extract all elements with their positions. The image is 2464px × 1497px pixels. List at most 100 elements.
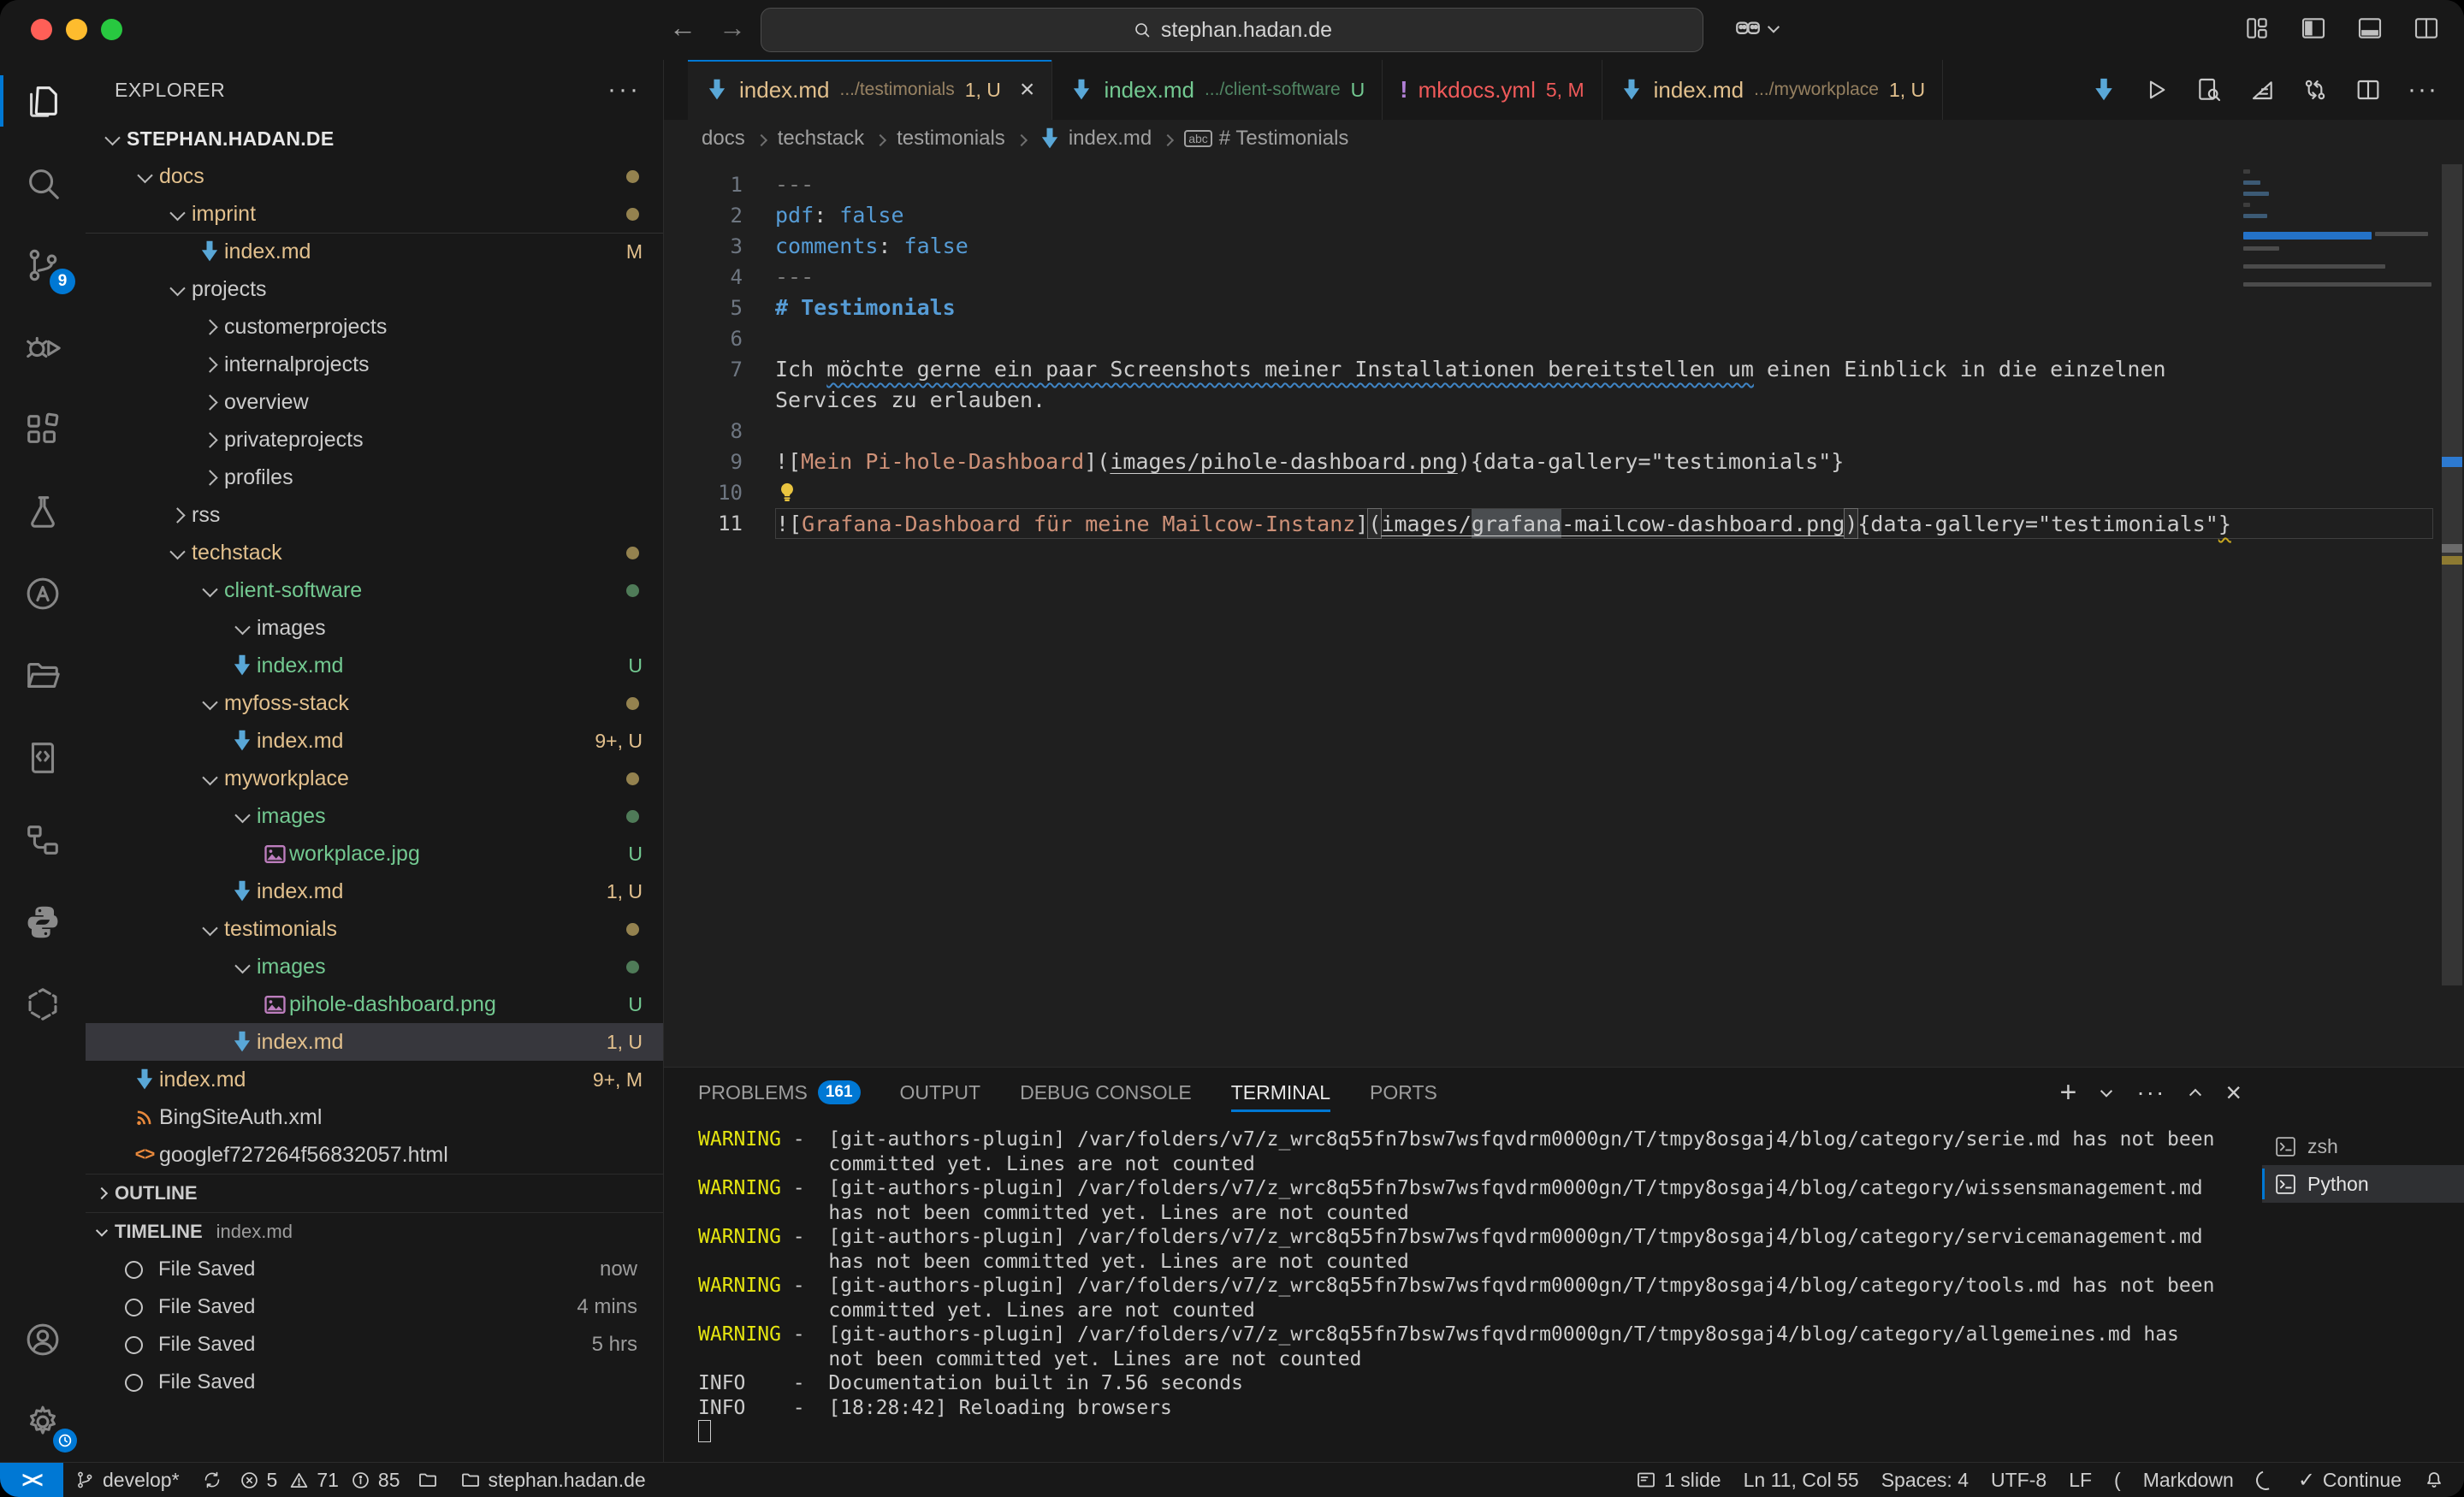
- window-controls[interactable]: [31, 19, 122, 40]
- activity-account-icon[interactable]: [0, 1299, 86, 1381]
- tree-item-internalprojects[interactable]: internalprojects: [86, 346, 663, 383]
- tree-item-imprint[interactable]: imprint: [86, 195, 663, 233]
- customize-layout-icon[interactable]: [2243, 15, 2271, 42]
- timeline-entry[interactable]: File Saved 5 hrs: [86, 1326, 663, 1364]
- statusbar-bell-icon[interactable]: [2413, 1463, 2455, 1497]
- statusbar-sync-icon[interactable]: [191, 1463, 234, 1497]
- forward-icon[interactable]: →: [719, 12, 746, 44]
- minimap[interactable]: [2243, 169, 2438, 293]
- activity-testing-icon[interactable]: [0, 470, 86, 553]
- preview-search-icon[interactable]: [2195, 76, 2223, 104]
- tree-item-docs[interactable]: docs: [86, 157, 663, 195]
- editor-tab-index.md-client-software[interactable]: index.md.../client-softwareU: [1052, 60, 1383, 120]
- tree-item-myworkplace[interactable]: myworkplace: [86, 760, 663, 797]
- activity-files-icon[interactable]: [0, 60, 86, 142]
- editor-tab-index.md-myworkplace[interactable]: index.md.../myworkplace1, U: [1602, 60, 1944, 120]
- breadcrumb-item[interactable]: abc# Testimonials: [1184, 127, 1348, 151]
- activity-run-debug-icon[interactable]: [0, 306, 86, 388]
- tree-item-index.md[interactable]: index.md1, U: [86, 1023, 663, 1061]
- compare-icon[interactable]: [2301, 76, 2329, 104]
- tree-item-index.md[interactable]: index.mdU: [86, 647, 663, 684]
- activity-folder-opened-icon[interactable]: [0, 635, 86, 717]
- terminal-instance-python[interactable]: Python: [2262, 1165, 2464, 1203]
- tree-item-rss[interactable]: rss: [86, 496, 663, 534]
- tree-item-profiles[interactable]: profiles: [86, 459, 663, 496]
- statusbar--lf[interactable]: LF: [2058, 1463, 2103, 1497]
- editor-scrollbar[interactable]: [2440, 157, 2464, 1067]
- activity-hexagon-icon[interactable]: [0, 963, 86, 1045]
- copilot-menu[interactable]: [1733, 14, 1778, 43]
- terminal-output[interactable]: WARNING - [git-authors-plugin] /var/fold…: [698, 1127, 2250, 1463]
- terminal-instance-zsh[interactable]: zsh: [2262, 1127, 2464, 1165]
- tree-item-workplace.jpg[interactable]: workplace.jpgU: [86, 835, 663, 873]
- activity-book-code-icon[interactable]: [0, 717, 86, 799]
- md-download-icon[interactable]: [2091, 77, 2117, 103]
- activity-a-circle-icon[interactable]: [0, 553, 86, 635]
- statusbar--markdown[interactable]: Markdown: [2132, 1463, 2245, 1497]
- statusbar--utf-8[interactable]: UTF-8: [1980, 1463, 2058, 1497]
- new-terminal-icon[interactable]: +: [2059, 1078, 2076, 1107]
- terminal-dropdown-icon[interactable]: [2100, 1086, 2112, 1098]
- timeline-section[interactable]: TIMELINE index.md: [86, 1212, 663, 1251]
- more-icon[interactable]: ···: [2408, 75, 2438, 104]
- breadcrumb-item[interactable]: testimonials: [897, 127, 1005, 151]
- tree-item-testimonials[interactable]: testimonials: [86, 910, 663, 948]
- toggle-panel-icon[interactable]: [2356, 15, 2384, 42]
- activity-source-control-icon[interactable]: 9: [0, 224, 86, 306]
- statusbar-slide-icon-1-slide[interactable]: 1 slide: [1625, 1463, 1732, 1497]
- code-line-1[interactable]: 1---: [664, 169, 2464, 200]
- activity-flow-icon[interactable]: [0, 799, 86, 881]
- outline-section[interactable]: OUTLINE: [86, 1174, 663, 1212]
- activity-copilot-icon[interactable]: [0, 1045, 86, 1127]
- tree-item-privateprojects[interactable]: privateprojects: [86, 421, 663, 459]
- tree-item-pihole-dashboard.png[interactable]: pihole-dashboard.pngU: [86, 985, 663, 1023]
- statusbar-info-icon-85[interactable]: 85: [345, 1463, 406, 1497]
- split-editor-icon[interactable]: [2354, 76, 2382, 104]
- statusbar-spinner-icon[interactable]: [2245, 1463, 2287, 1497]
- code-line-2[interactable]: 2pdf: false: [664, 200, 2464, 231]
- editor-pane[interactable]: 1---2pdf: false3comments: false4---5# Te…: [664, 157, 2464, 1067]
- close-window-icon[interactable]: [31, 19, 52, 40]
- close-tab-icon[interactable]: ×: [1020, 77, 1035, 103]
- activity-search-icon[interactable]: [0, 142, 86, 224]
- timeline-entry[interactable]: File Saved: [86, 1364, 663, 1401]
- tree-item-index.md[interactable]: index.md9+, U: [86, 722, 663, 760]
- panel-more-icon[interactable]: ···: [2136, 1079, 2165, 1106]
- activity-settings-gear-icon[interactable]: [0, 1381, 86, 1463]
- code-line-6[interactable]: 6: [664, 323, 2464, 354]
- back-icon[interactable]: ←: [669, 12, 696, 44]
- code-line-7-wrap[interactable]: Services zu erlauben.: [664, 385, 2464, 416]
- activity-python-icon[interactable]: [0, 881, 86, 963]
- command-center[interactable]: stephan.hadan.de: [761, 8, 1703, 52]
- close-panel-icon[interactable]: ×: [2225, 1079, 2242, 1106]
- panel-tab-terminal[interactable]: TERMINAL: [1231, 1068, 1330, 1117]
- tree-item-client-software[interactable]: client-software: [86, 571, 663, 609]
- statusbar-folder-icon[interactable]: [406, 1463, 449, 1497]
- statusbar-branch-icon-develop-[interactable]: develop*: [63, 1463, 191, 1497]
- tree-item-index.md[interactable]: index.md1, U: [86, 873, 663, 910]
- tree-item-images[interactable]: images: [86, 609, 663, 647]
- code-line-10[interactable]: 10: [664, 477, 2464, 508]
- statusbar-error-icon-5[interactable]: 5: [234, 1463, 284, 1497]
- code-line-5[interactable]: 5# Testimonials: [664, 293, 2464, 323]
- editor-tab-mkdocs.yml[interactable]: !mkdocs.yml5, M: [1383, 60, 1602, 120]
- tree-item-index.md[interactable]: index.mdM: [86, 233, 663, 270]
- toggle-sidebar-icon[interactable]: [2300, 15, 2327, 42]
- tree-item-images[interactable]: images: [86, 797, 663, 835]
- statusbar-check-icon-continue[interactable]: ✓Continue: [2287, 1463, 2413, 1497]
- lightbulb-icon[interactable]: [775, 477, 799, 508]
- statusbar--spaces-4[interactable]: Spaces: 4: [1870, 1463, 1980, 1497]
- code-line-8[interactable]: 8: [664, 416, 2464, 447]
- timeline-entry[interactable]: File Saved 4 mins: [86, 1288, 663, 1326]
- breadcrumb-item[interactable]: index.md: [1038, 127, 1152, 151]
- tree-item-myfoss-stack[interactable]: myfoss-stack: [86, 684, 663, 722]
- code-line-4[interactable]: 4---: [664, 262, 2464, 293]
- maximize-window-icon[interactable]: [101, 19, 122, 40]
- code-line-9[interactable]: 9![Mein Pi-hole-Dashboard](images/pihole…: [664, 447, 2464, 477]
- toggle-secondary-icon[interactable]: [2413, 15, 2440, 42]
- minimize-window-icon[interactable]: [66, 19, 87, 40]
- timeline-entry[interactable]: File Saved now: [86, 1251, 663, 1288]
- tree-item-customerprojects[interactable]: customerprojects: [86, 308, 663, 346]
- tree-item-projects[interactable]: projects: [86, 270, 663, 308]
- tree-item-images[interactable]: images: [86, 948, 663, 985]
